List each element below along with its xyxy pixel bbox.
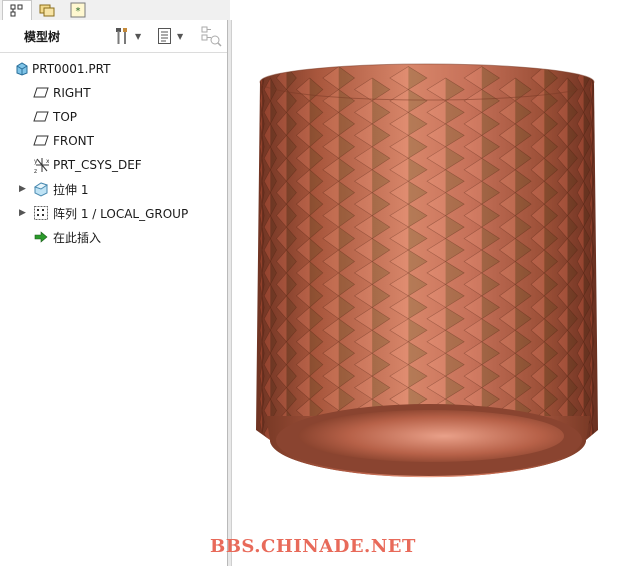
- tree-item-label: PRT0001.PRT: [32, 62, 111, 76]
- insert-here-arrow-icon: [33, 229, 49, 245]
- tree-item-insert-here[interactable]: 在此插入: [0, 226, 227, 248]
- extrude-feature-icon: [33, 181, 49, 197]
- svg-text:x: x: [46, 158, 49, 165]
- knurled-cylinder-model[interactable]: [232, 0, 617, 566]
- filter-display-icon: [201, 26, 222, 47]
- expand-arrow-icon[interactable]: ▶: [19, 184, 29, 194]
- tree-item-label: PRT_CSYS_DEF: [53, 158, 142, 172]
- model-tree-panel: 模型树 ▼ ▼ PRT0001.PRT RIGHT TOP FRONT y x …: [0, 20, 228, 566]
- panel-title: 模型树: [24, 30, 61, 44]
- tree-item-label: FRONT: [53, 134, 94, 148]
- part-icon: [14, 61, 30, 77]
- navigator-tab-strip: *: [0, 0, 230, 21]
- tree-item-csys[interactable]: y x z PRT_CSYS_DEF: [0, 154, 227, 176]
- tree-item-top[interactable]: TOP: [0, 106, 227, 128]
- chevron-down-icon: ▼: [135, 31, 142, 41]
- pattern-feature-icon: [33, 205, 49, 221]
- tree-item-pattern[interactable]: ▶ 阵列 1 / LOCAL_GROUP: [0, 202, 227, 224]
- tree-item-label: 拉伸 1: [53, 182, 89, 197]
- favorites-tab-icon: *: [70, 2, 86, 17]
- tree-item-right[interactable]: RIGHT: [0, 82, 227, 104]
- datum-plane-icon: [33, 109, 49, 125]
- svg-text:z: z: [34, 168, 37, 174]
- datum-plane-icon: [33, 85, 49, 101]
- tree-item-label: 阵列 1 / LOCAL_GROUP: [53, 206, 189, 221]
- svg-text:y: y: [34, 158, 38, 165]
- folder-browser-tab-icon: [39, 4, 55, 16]
- watermark-text: BBS.CHINADE.NET: [210, 536, 416, 557]
- favorites-tab[interactable]: *: [64, 0, 92, 19]
- coordinate-system-icon: y x z: [33, 157, 49, 174]
- show-dropdown-button[interactable]: ▼: [157, 25, 183, 47]
- tree-item-extrude[interactable]: ▶ 拉伸 1: [0, 178, 227, 200]
- settings-tools-icon: [116, 28, 127, 44]
- tree-root-item[interactable]: PRT0001.PRT: [0, 58, 227, 80]
- svg-text:*: *: [76, 6, 81, 17]
- expand-arrow-icon[interactable]: ▶: [19, 208, 29, 218]
- settings-dropdown-button[interactable]: ▼: [113, 25, 141, 47]
- chevron-down-icon: ▼: [177, 31, 184, 41]
- bottom-opening: [298, 410, 564, 462]
- folder-browser-tab[interactable]: [33, 0, 61, 19]
- tree-filter-button[interactable]: [201, 25, 223, 47]
- tree-item-front[interactable]: FRONT: [0, 130, 227, 152]
- datum-plane-icon: [33, 133, 49, 149]
- model-tree-tab-icon: [10, 4, 23, 17]
- tree-item-label: TOP: [53, 110, 78, 124]
- show-options-icon: [158, 28, 171, 44]
- tree-item-label: 在此插入: [53, 230, 102, 245]
- model-tree-header: 模型树 ▼ ▼: [0, 20, 227, 53]
- tree-item-label: RIGHT: [53, 86, 91, 100]
- graphics-viewport[interactable]: [232, 0, 617, 566]
- model-tree-tab[interactable]: [2, 0, 32, 21]
